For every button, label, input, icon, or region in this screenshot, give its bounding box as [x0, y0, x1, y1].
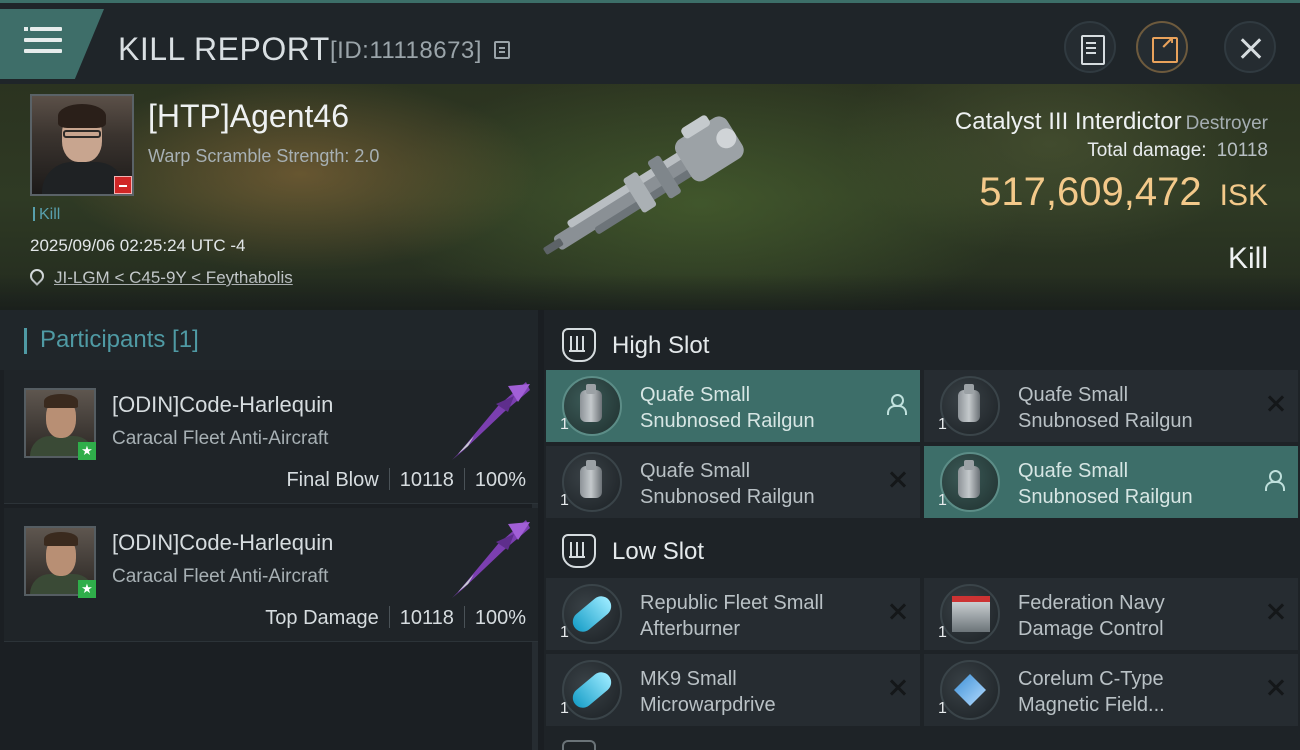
ship-name[interactable]: Catalyst III Interdictor Destroyer [955, 108, 1268, 136]
participant-stats: Top Damage 10118 100% [265, 606, 526, 629]
location-link[interactable]: JI-LGM < C45-9Y < Feythabolis [54, 268, 293, 288]
victim-banner: [HTP]Agent46 Warp Scramble Strength: 2.0… [0, 84, 1300, 310]
high-slot-module[interactable]: 1 Quafe Small Snubnosed Railgun [924, 370, 1298, 442]
module-quantity: 1 [560, 416, 569, 433]
ship-image [543, 115, 744, 255]
low-slot-module[interactable]: 1 Republic Fleet Small Afterburner [546, 578, 920, 650]
module-name: Quafe Small Snubnosed Railgun [640, 460, 815, 508]
participant-card[interactable]: ★ [ODIN]Code-Harlequin Caracal Fleet Ant… [4, 370, 538, 504]
participants-header: Participants [1] [0, 310, 538, 370]
result-label: Kill [1227, 242, 1268, 275]
destroyed-x-icon [888, 470, 906, 488]
warp-scramble-strength: Warp Scramble Strength: 2.0 [148, 146, 380, 166]
module-name: Corelum C-Type Magnetic Field... [1018, 668, 1165, 716]
damage-control-icon [940, 584, 1000, 644]
low-slot-module[interactable]: 1 Corelum C-Type Magnetic Field... [924, 654, 1298, 726]
low-slot-icon [562, 534, 596, 568]
participant-ship: Caracal Fleet Anti-Aircraft [112, 428, 329, 449]
railgun-icon [940, 376, 1000, 436]
total-damage: Total damage: 10118 [1087, 140, 1268, 161]
low-slot-module[interactable]: 1 Federation Navy Damage Control [924, 578, 1298, 650]
module-name: Federation Navy Damage Control [1018, 592, 1165, 640]
hamburger-menu-icon[interactable] [24, 27, 62, 57]
victim-name[interactable]: [HTP]Agent46 [148, 98, 349, 135]
module-name: Quafe Small Snubnosed Railgun [640, 384, 815, 432]
star-badge-icon: ★ [78, 442, 96, 460]
high-slot-module[interactable]: 1 Quafe Small Snubnosed Railgun [924, 446, 1298, 518]
location-pin-icon [27, 266, 47, 286]
minus-badge-icon [114, 176, 132, 194]
railgun-icon [940, 452, 1000, 512]
railgun-icon [562, 376, 622, 436]
destroyed-x-icon [1266, 678, 1284, 696]
timestamp: 2025/09/06 02:25:24 UTC -4 [30, 236, 246, 255]
participant-name: [ODIN]Code-Harlequin [112, 392, 334, 417]
fitting-panel: High Slot 1 Quafe Small Snubnosed Railgun… [544, 310, 1300, 750]
report-id: [ID:11118673] [330, 37, 482, 64]
participants-title: Participants [1] [40, 326, 199, 353]
high-slot-icon [562, 328, 596, 362]
top-bar: KILL REPORT [ID:11118673] [0, 0, 1300, 84]
module-quantity: 1 [560, 492, 569, 509]
low-slot-header: Low Slot [544, 520, 1300, 580]
copy-icon[interactable] [494, 41, 510, 59]
destroyed-x-icon [888, 602, 906, 620]
module-quantity: 1 [938, 700, 947, 717]
low-slot-module[interactable]: 1 MK9 Small Microwarpdrive [546, 654, 920, 726]
high-slot-module[interactable]: 1 Quafe Small Snubnosed Railgun [546, 446, 920, 518]
railgun-icon [562, 452, 622, 512]
afterburner-icon [562, 584, 622, 644]
person-icon [1264, 470, 1285, 491]
module-quantity: 1 [560, 624, 569, 641]
participant-ship: Caracal Fleet Anti-Aircraft [112, 566, 329, 587]
module-quantity: 1 [560, 700, 569, 717]
caracal-ship-icon [452, 520, 530, 598]
ship-class: Destroyer [1185, 113, 1268, 134]
caracal-ship-icon [452, 382, 530, 460]
high-slot-module[interactable]: 1 Quafe Small Snubnosed Railgun [546, 370, 920, 442]
clipboard-button[interactable] [1064, 21, 1116, 73]
module-quantity: 1 [938, 624, 947, 641]
module-name: Quafe Small Snubnosed Railgun [1018, 460, 1193, 508]
mid-slot-icon [562, 740, 596, 750]
high-slot-header: High Slot [544, 314, 1300, 374]
low-slot-label: Low Slot [612, 538, 705, 565]
high-slot-label: High Slot [612, 332, 710, 359]
microwarpdrive-icon [562, 660, 622, 720]
close-button[interactable] [1224, 21, 1276, 73]
share-button[interactable] [1136, 21, 1188, 73]
participant-card[interactable]: ★ [ODIN]Code-Harlequin Caracal Fleet Ant… [4, 508, 538, 642]
participants-panel: Participants [1] ★ [ODIN]Code-Harlequin … [0, 310, 538, 750]
module-name: Republic Fleet Small Afterburner [640, 592, 824, 640]
participant-name: [ODIN]Code-Harlequin [112, 530, 334, 555]
person-icon [886, 394, 907, 415]
destroyed-x-icon [1266, 394, 1284, 412]
module-quantity: 1 [938, 492, 947, 509]
module-name: Quafe Small Snubnosed Railgun [1018, 384, 1193, 432]
page-title: KILL REPORT [118, 31, 330, 67]
star-badge-icon: ★ [78, 580, 96, 598]
destroyed-x-icon [888, 678, 906, 696]
module-name: MK9 Small Microwarpdrive [640, 668, 776, 716]
kill-tag: Kill [33, 206, 60, 224]
participant-stats: Final Blow 10118 100% [286, 468, 526, 491]
module-quantity: 1 [938, 416, 947, 433]
destroyed-x-icon [1266, 602, 1284, 620]
magnetic-field-stabilizer-icon [940, 660, 1000, 720]
isk-value: 517,609,472 ISK [979, 170, 1268, 214]
